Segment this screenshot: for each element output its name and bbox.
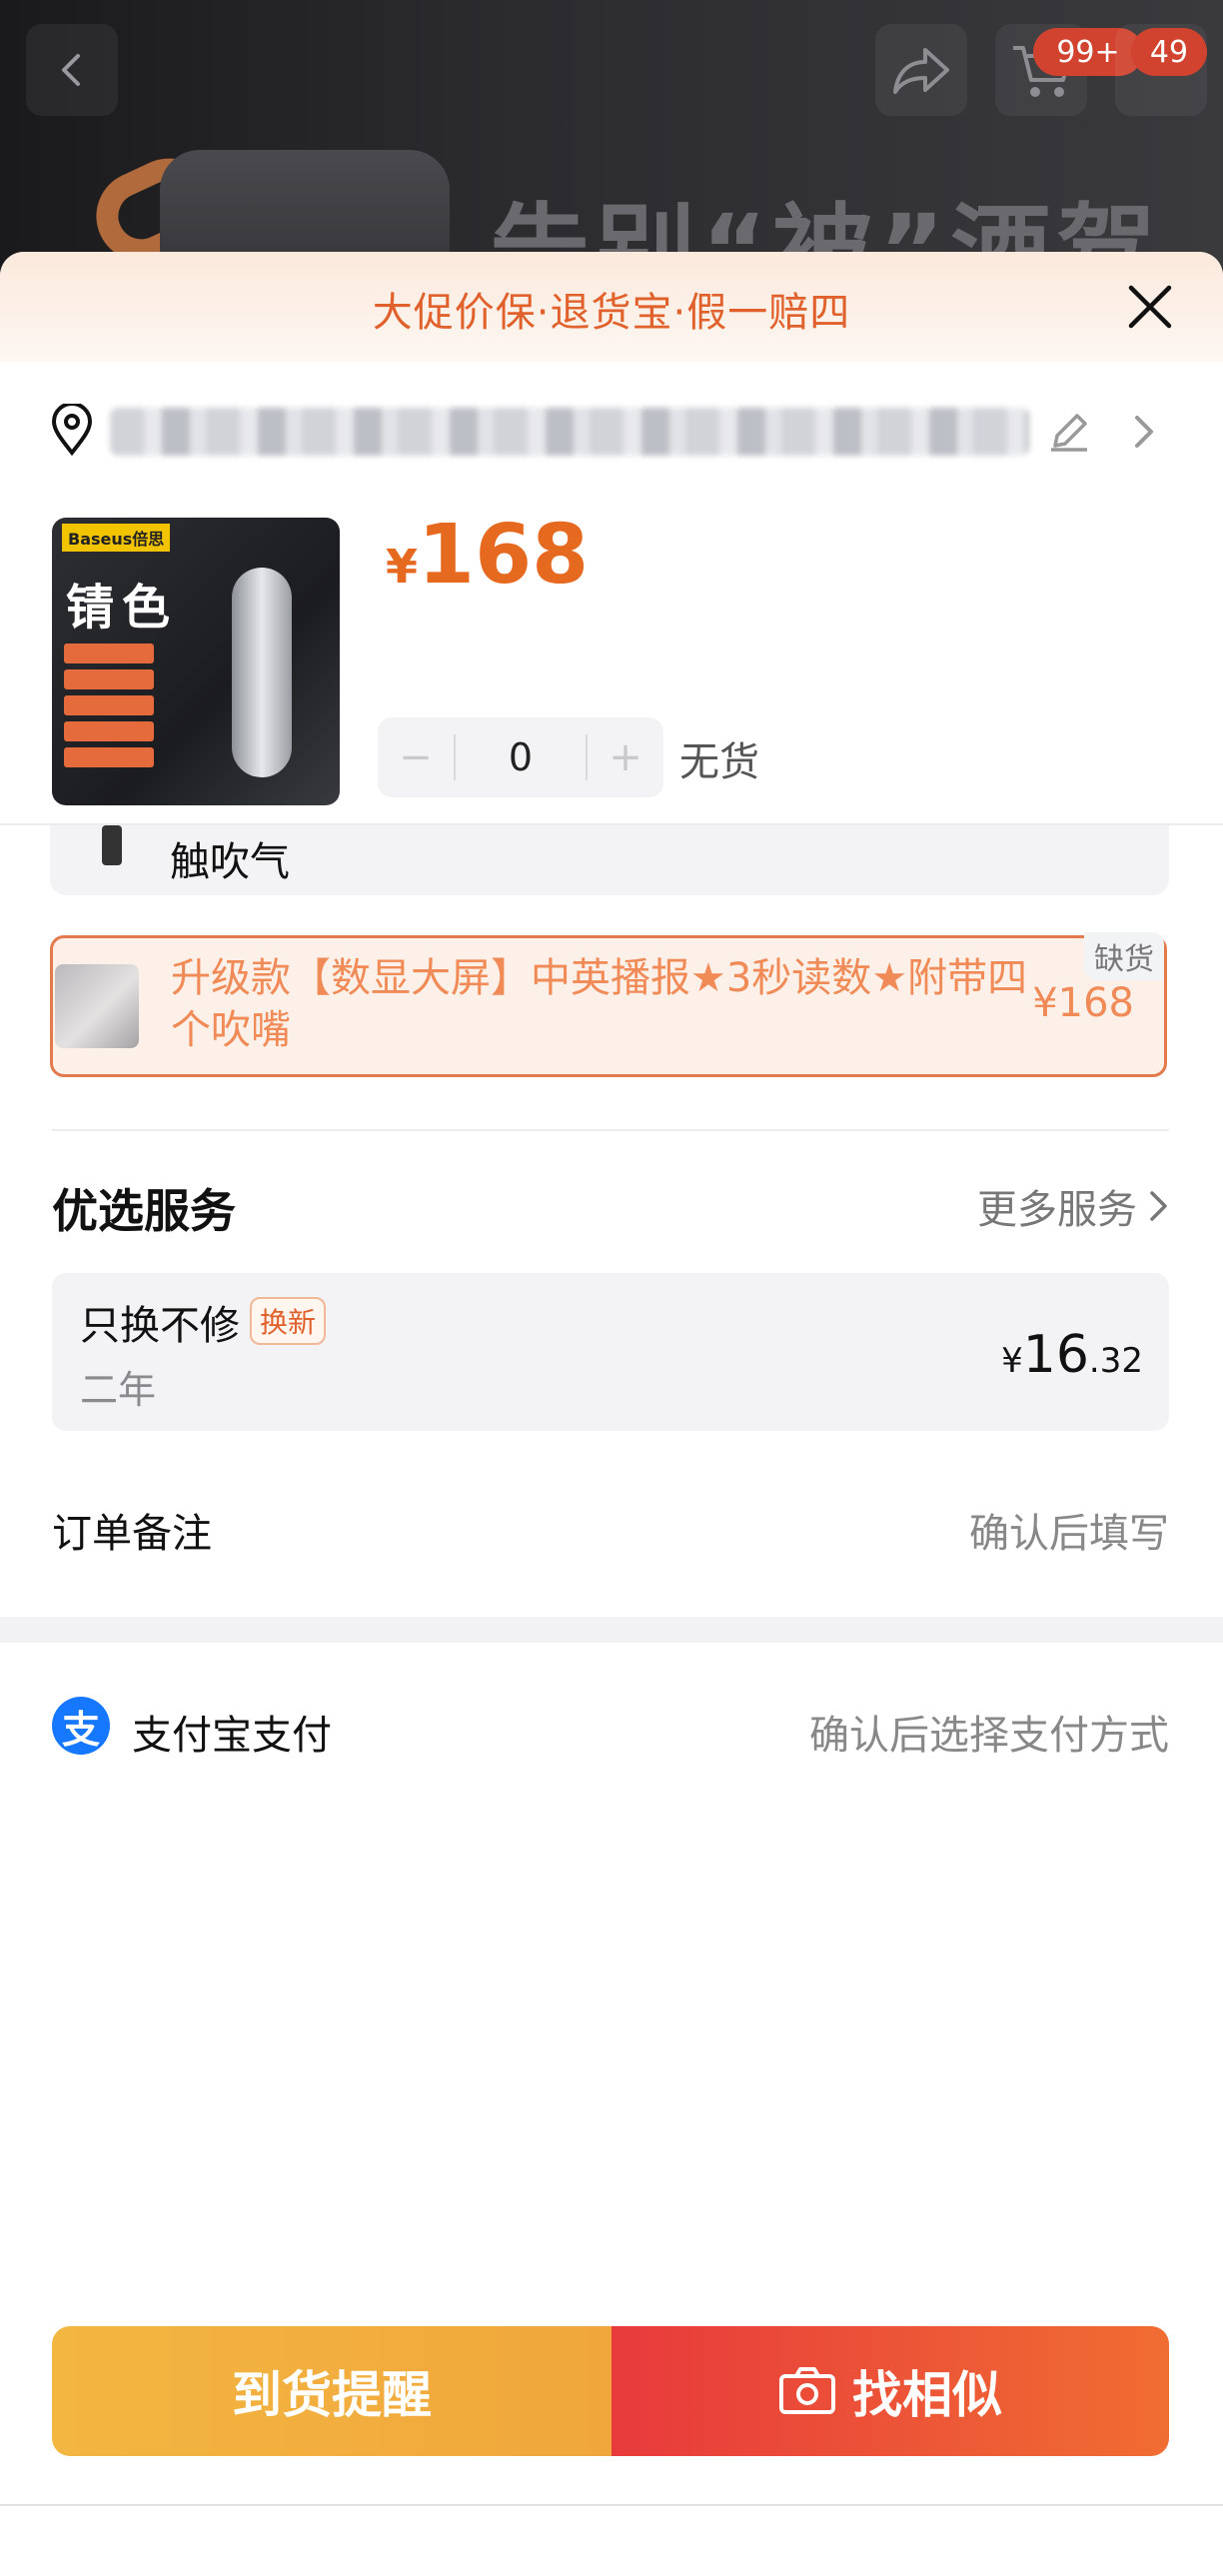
sku-option-price: ¥168 (1032, 980, 1134, 1026)
more-services-link[interactable]: 更多服务 (977, 1177, 1169, 1235)
section-separator (0, 1617, 1223, 1643)
alipay-icon: 支 (52, 1697, 110, 1755)
payment-label: 支付宝支付 (132, 1713, 332, 1759)
share-icon (893, 48, 949, 94)
close-icon (1128, 285, 1172, 329)
thumbnail-feature-pill (64, 644, 154, 663)
find-similar-label: 找相似 (852, 2366, 1002, 2424)
service-price-currency: ¥ (1001, 1341, 1023, 1381)
out-of-stock-tag: 缺货 (1084, 932, 1164, 980)
sku-option-thumbnail (55, 964, 139, 1048)
address-row[interactable] (50, 392, 1173, 472)
payment-method-row[interactable]: 支 支付宝支付 确认后选择支付方式 (52, 1697, 1169, 1767)
divider (52, 1129, 1169, 1131)
more-services-label: 更多服务 (977, 1187, 1137, 1233)
sku-option-thumbnail (102, 825, 122, 865)
message-count-badge: 49 (1131, 28, 1207, 76)
thumbnail-device-image (232, 568, 292, 777)
thumbnail-feature-pill (64, 669, 154, 689)
action-bar: 到货提醒 找相似 (52, 2326, 1169, 2456)
quantity-stepper: − 0 + (378, 717, 663, 797)
close-button[interactable] (1119, 276, 1181, 338)
service-duration: 二年 (80, 1368, 157, 1412)
thumbnail-title: 锖色 (66, 580, 179, 636)
location-icon (51, 404, 93, 456)
edit-icon[interactable] (1047, 410, 1091, 454)
increase-button[interactable]: + (588, 734, 663, 780)
share-button[interactable] (875, 24, 967, 116)
service-tag: 换新 (250, 1297, 327, 1345)
back-icon (62, 54, 80, 86)
promo-text: 大促价保·退货宝·假一赔四 (372, 290, 851, 336)
camera-icon (779, 2367, 835, 2414)
service-option-card[interactable]: 只换不修 换新 二年 ¥16.32 (52, 1273, 1169, 1431)
sku-option-label: 触吹气 (170, 839, 290, 885)
decrease-button[interactable]: − (378, 734, 454, 780)
restock-notify-button[interactable]: 到货提醒 (52, 2326, 612, 2456)
price-value: 168 (418, 508, 590, 603)
order-note-value: 确认后填写 (969, 1511, 1169, 1557)
sku-selection-sheet: 大促价保·退货宝·假一赔四 Baseus倍思 锖色 ¥168 − 0 + 无货 … (0, 252, 1223, 2576)
services-title: 优选服务 (52, 1184, 236, 1238)
find-similar-button[interactable]: 找相似 (612, 2326, 1169, 2456)
service-price: ¥16.32 (1001, 1325, 1143, 1385)
back-button[interactable] (26, 24, 118, 116)
sku-option-label: 升级款【数显大屏】中英播报★3秒读数★附带四个吹嘴 (171, 955, 1028, 1053)
payment-value: 确认后选择支付方式 (809, 1713, 1169, 1759)
order-note-label: 订单备注 (52, 1511, 212, 1557)
product-price: ¥168 (386, 508, 589, 603)
price-currency: ¥ (386, 540, 419, 594)
quantity-value[interactable]: 0 (454, 734, 588, 780)
service-price-decimal: .32 (1088, 1341, 1143, 1381)
thumbnail-feature-pill (64, 695, 154, 715)
sku-option[interactable]: 触吹气 (50, 825, 1169, 895)
service-name: 只换不修 (80, 1303, 240, 1349)
thumbnail-feature-pill (64, 747, 154, 767)
promo-bar: 大促价保·退货宝·假一赔四 (0, 252, 1223, 362)
thumbnail-feature-pill (64, 721, 154, 741)
service-price-integer: 16 (1022, 1325, 1089, 1385)
address-text-redacted (110, 408, 1029, 456)
chevron-right-icon (1135, 416, 1153, 448)
order-note-row[interactable]: 订单备注 确认后填写 (52, 1501, 1169, 1561)
brand-logo: Baseus倍思 (62, 524, 171, 552)
bottom-divider (0, 2504, 1223, 2506)
chevron-right-icon (1150, 1191, 1167, 1221)
stock-status: 无货 (679, 739, 759, 785)
product-thumbnail[interactable]: Baseus倍思 锖色 (52, 518, 340, 805)
sku-option-selected[interactable]: 升级款【数显大屏】中英播报★3秒读数★附带四个吹嘴 ¥168 缺货 (50, 932, 1167, 1077)
